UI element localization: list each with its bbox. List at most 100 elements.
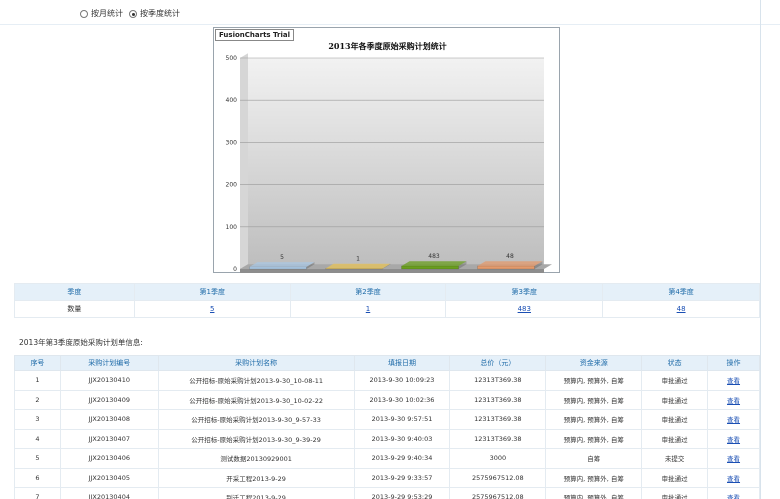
cell-status: 审批通过 — [641, 409, 709, 430]
cell-date: 2013-9-30 9:57:51 — [353, 409, 451, 430]
radio-by-quarter[interactable]: 按季度统计 — [129, 8, 180, 19]
radio-by-month-label: 按月统计 — [91, 9, 123, 18]
chart-plot-background — [240, 58, 544, 269]
filter-bar: 按月统计 按季度统计 — [0, 0, 780, 25]
bar — [249, 266, 307, 270]
cell-action: 查看 — [707, 389, 760, 410]
season-count-link-q4[interactable]: 48 — [677, 305, 686, 313]
chart-y-tick-label: 300 — [226, 139, 238, 146]
col-fund-source: 资金来源 — [545, 355, 643, 371]
view-link[interactable]: 查看 — [727, 494, 740, 499]
bar — [477, 265, 535, 270]
cell-status: 未提交 — [641, 448, 709, 469]
cell-fund-source: 预算内, 预算外, 自筹 — [545, 467, 643, 488]
cell-plan-no: JJX20130408 — [59, 409, 159, 430]
plan-table-header: 序号 采购计划编号 采购计划名称 填报日期 总价（元） 资金来源 状态 操作 — [14, 355, 760, 371]
season-count-link-q2[interactable]: 1 — [366, 305, 370, 313]
cell-fund-source: 预算内, 预算外, 自筹 — [545, 487, 643, 499]
col-index: 序号 — [14, 355, 61, 371]
table-row: 4 JJX20130407 公开招标-原始采购计划2013-9-30_9-39-29… — [14, 428, 760, 449]
bar-value-label: 5 — [280, 254, 284, 261]
view-link[interactable]: 查看 — [727, 455, 740, 463]
cell-plan-no: JJX20130405 — [59, 467, 159, 488]
chart-floor-edge — [240, 269, 544, 273]
season-head-q3: 第3季度 — [445, 283, 604, 301]
cell-status: 审批通过 — [641, 428, 709, 449]
bar-value-label: 1 — [356, 256, 360, 263]
season-count-q4: 48 — [602, 300, 760, 318]
table-row: 5 JJX20130406 测试数据20130929001 2013-9-29 9:4… — [14, 448, 760, 469]
chart-y-tick-label: 200 — [226, 182, 238, 189]
view-link[interactable]: 查看 — [727, 416, 740, 424]
cell-plan-name: 公开招标-原始采购计划2013-9-30_9-57-33 — [157, 409, 355, 430]
season-table-row: 数量 5 1 483 48 — [14, 300, 760, 318]
cell-date: 2013-9-29 9:40:34 — [353, 448, 451, 469]
bar — [401, 265, 459, 270]
cell-date: 2013-9-30 10:02:36 — [353, 389, 451, 410]
season-head-col: 季度 — [14, 283, 135, 301]
cell-action: 查看 — [707, 448, 760, 469]
bar-top-face — [401, 261, 467, 266]
cell-total: 2575967512.08 — [449, 467, 547, 488]
bar-value-label: 48 — [506, 253, 514, 260]
plan-table-body: 1 JJX20130410 公开招标-原始采购计划2013-9-30_10-08-1… — [14, 370, 760, 499]
cell-fund-source: 预算内, 预算外, 自筹 — [545, 389, 643, 410]
cell-action: 查看 — [707, 467, 760, 488]
cell-fund-source: 预算内, 预算外, 自筹 — [545, 428, 643, 449]
chart-trial-badge: FusionCharts Trial — [215, 29, 295, 41]
cell-total: 12313T369.38 — [449, 428, 547, 449]
season-head-q1: 第1季度 — [133, 283, 291, 301]
cell-plan-no: JJX20130409 — [59, 389, 159, 410]
table-row: 2 JJX20130409 公开招标-原始采购计划2013-9-30_10-02-2… — [14, 389, 760, 410]
cell-fund-source: 预算内, 预算外, 自筹 — [545, 409, 643, 430]
cell-total: 2575967512.08 — [449, 487, 547, 499]
cell-total: 12313T369.38 — [449, 370, 547, 391]
season-count-link-q1[interactable]: 5 — [210, 305, 214, 313]
cell-index: 3 — [14, 409, 61, 430]
cell-plan-name: 别迁工程2013-9-29 — [157, 487, 355, 499]
cell-plan-no: JJX20130406 — [59, 448, 159, 469]
cell-plan-no: JJX20130410 — [59, 370, 159, 391]
cell-action: 查看 — [707, 409, 760, 430]
season-row-label: 数量 — [14, 300, 135, 318]
radio-by-quarter-label: 按季度统计 — [140, 9, 180, 18]
table-row: 3 JJX20130408 公开招标-原始采购计划2013-9-30_9-57-33… — [14, 409, 760, 430]
season-count-q3: 483 — [445, 300, 604, 318]
cell-status: 审批通过 — [641, 487, 709, 499]
cell-index: 7 — [14, 487, 61, 499]
radio-by-month[interactable]: 按月统计 — [80, 8, 123, 19]
purchase-plan-table: 序号 采购计划编号 采购计划名称 填报日期 总价（元） 资金来源 状态 操作 1… — [14, 355, 760, 499]
view-link[interactable]: 查看 — [727, 397, 740, 405]
col-status: 状态 — [641, 355, 709, 371]
cell-plan-no: JJX20130407 — [59, 428, 159, 449]
frame-right-border — [760, 0, 761, 499]
cell-action: 查看 — [707, 487, 760, 499]
col-total: 总价（元） — [449, 355, 547, 371]
chart-y-tick-label: 500 — [226, 55, 238, 62]
page: 按月统计 按季度统计 01002003004005005第1季度1第2季度483… — [0, 0, 780, 499]
cell-index: 4 — [14, 428, 61, 449]
bar-top-face — [477, 261, 543, 266]
cell-action: 查看 — [707, 370, 760, 391]
view-link[interactable]: 查看 — [727, 475, 740, 483]
cell-status: 审批通过 — [641, 389, 709, 410]
radio-dot-quarter[interactable] — [129, 9, 137, 18]
cell-fund-source: 预算内, 预算外, 自筹 — [545, 370, 643, 391]
view-link[interactable]: 查看 — [727, 436, 740, 444]
col-date: 填报日期 — [353, 355, 451, 371]
radio-dot-month[interactable] — [80, 9, 88, 18]
season-head-q4: 第4季度 — [602, 283, 760, 301]
list-caption: 2013年第3季度原始采购计划单信息: — [19, 338, 143, 347]
season-count-q2: 1 — [289, 300, 447, 318]
season-count-link-q3[interactable]: 483 — [518, 305, 531, 313]
cell-plan-name: 公开招标-原始采购计划2013-9-30_10-02-22 — [157, 389, 355, 410]
table-row: 1 JJX20130410 公开招标-原始采购计划2013-9-30_10-08-1… — [14, 370, 760, 391]
chart-y-tick-label: 0 — [233, 266, 237, 273]
cell-plan-name: 公开招标-原始采购计划2013-9-30_9-39-29 — [157, 428, 355, 449]
view-link[interactable]: 查看 — [727, 377, 740, 385]
col-plan-name: 采购计划名称 — [157, 355, 355, 371]
cell-plan-name: 开采工程2013-9-29 — [157, 467, 355, 488]
cell-plan-name: 公开招标-原始采购计划2013-9-30_10-08-11 — [157, 370, 355, 391]
cell-date: 2013-9-30 9:40:03 — [353, 428, 451, 449]
season-head-q2: 第2季度 — [289, 283, 447, 301]
